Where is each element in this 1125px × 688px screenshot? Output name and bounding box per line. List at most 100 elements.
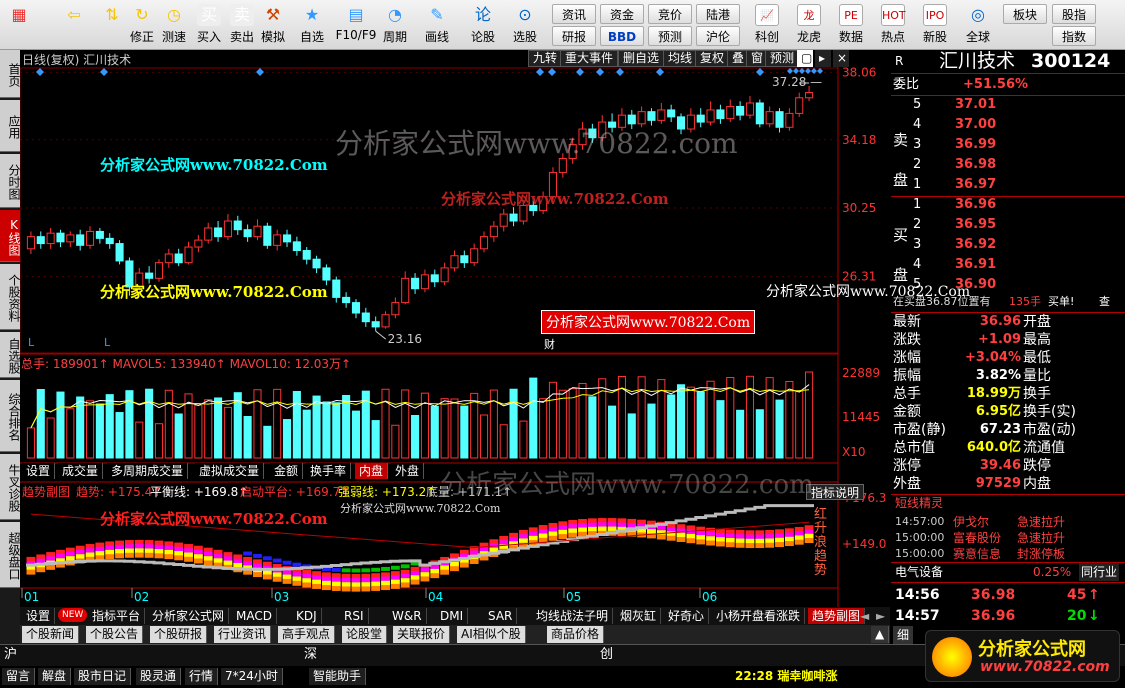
global-button[interactable]: ◎ 全球 [960,2,996,48]
toolbar-top-button-0[interactable]: 资讯 [552,4,596,24]
indicator-tab-7[interactable]: DMI [436,608,469,624]
status-item-6[interactable]: 智能助手 [309,668,367,685]
toolbar-cycle-button[interactable]: ◔ 周期 [378,2,412,48]
volume-tab-5[interactable]: 换手率 [306,463,352,479]
leftnav-item-6[interactable]: 综合排名 [0,380,21,452]
toolbar-clock-button[interactable]: ◷ 测速 [157,2,191,48]
indicator-tab-2[interactable]: 分析家公式网 [148,608,230,624]
status-item-5[interactable]: 7*24小时 [221,668,283,685]
info-tab-7[interactable]: AI相似个股 [457,626,526,643]
kline-tool-0[interactable]: 九转 [528,50,563,67]
close-icon[interactable]: × [833,50,849,67]
toolbar-bottom-button-5[interactable]: BBD [600,26,644,46]
toolbar-hammer-button[interactable]: ⚒ 模拟 [256,2,290,48]
info-tab-3[interactable]: 行业资讯 [214,626,272,643]
indicator-help-button[interactable]: 指标说明 [806,484,865,500]
sprite-stock-link[interactable]: 伊戈尔 [953,514,989,530]
sprite-stock-link[interactable]: 赛意信息 [953,546,1001,562]
indicator-tab-6[interactable]: W&R [388,608,427,624]
toolbar-up-down-button[interactable]: ⇅ [95,2,129,48]
status-item-0[interactable]: 留言 [2,668,36,685]
indicator-tab-0[interactable]: 设置 [22,608,56,624]
info-tab-6[interactable]: 关联报价 [393,626,451,643]
tab-detail[interactable]: 细 [893,626,914,644]
kline-tool-7[interactable]: 预测 [765,50,800,67]
collapse-up-icon[interactable]: ▲ [871,626,890,643]
market-1[interactable]: 深 [304,646,317,664]
order-notice-more-link[interactable]: 查 [1099,293,1110,311]
indicator-tab-11[interactable]: 好奇心 [664,608,710,624]
toolbar-bottom-button-6[interactable]: 预测 [648,26,692,46]
chart-area[interactable]: 38.06 34.18 30.25 26.31 37.28 — 23.16 L L 财 22889… [20,50,890,610]
indicator-tab-10[interactable]: 烟灰缸 [616,608,662,624]
toolbar-buy-button[interactable]: 买买入 [192,2,226,48]
volume-tab-6[interactable]: 内盘 [355,463,389,479]
toolbar-windows-logo-button[interactable]: ▦ [2,2,36,48]
indicator-tab-3[interactable]: MACD [232,608,277,624]
indicator-tab-1[interactable]: 指标平台 [88,608,146,624]
indicator-tab-9[interactable]: 均线战法子明 [532,608,614,624]
status-item-4[interactable]: 行情 [185,668,219,685]
ipo-button[interactable]: IPO 新股 [916,2,954,48]
sprite-stock-link[interactable]: 富春股份 [953,530,1001,546]
leftnav-item-5[interactable]: 自选股 [0,332,21,378]
scroll-right-icon[interactable]: ► [872,608,889,624]
volume-tab-0[interactable]: 设置 [22,463,56,479]
kline-tool-3[interactable]: 均线 [663,50,698,67]
toolbar-far-button-3[interactable]: 指数 [1052,26,1096,46]
volume-tab-3[interactable]: 虚拟成交量 [195,463,265,479]
toolbar-top-button-2[interactable]: 竞价 [648,4,692,24]
info-tab-5[interactable]: 论股堂 [342,626,388,643]
market-2[interactable]: 创 [600,646,613,664]
window-restore-icon[interactable]: ▢ [797,50,813,67]
info-tab-8[interactable]: 商品价格 [547,626,605,643]
volume-tab-7[interactable]: 外盘 [391,463,425,479]
toolbar-f10-button[interactable]: ▤ F10/F9 [335,2,377,48]
leftnav-item-4[interactable]: 个股资料 [0,264,21,330]
hot-button[interactable]: HOT 热点 [874,2,912,48]
indicator-tab-8[interactable]: SAR [484,608,518,624]
leftnav-item-1[interactable]: 应用 [0,100,21,152]
status-item-3[interactable]: 股灵通 [136,668,182,685]
market-0[interactable]: 沪 [4,646,17,664]
leftnav-item-7[interactable]: 牛叉诊股 [0,454,21,520]
chart-up-button[interactable]: 📈 科创 [748,2,786,48]
volume-tab-4[interactable]: 金额 [270,463,304,479]
toolbar-far-button-1[interactable]: 板块 [1003,4,1047,24]
toolbar-gauge-button[interactable]: ⊙ 选股 [508,2,542,48]
indicator-tab-12[interactable]: 小杨开盘看涨跌 [712,608,806,624]
toolbar-top-button-3[interactable]: 陆港 [696,4,740,24]
pe-button[interactable]: PE 数据 [832,2,870,48]
toolbar-back-arrow-button[interactable]: ⇦ [57,2,91,48]
toolbar-bottom-button-7[interactable]: 沪伦 [696,26,740,46]
kline-tool-1[interactable]: 重大事件 [560,50,619,67]
volume-tab-1[interactable]: 成交量 [58,463,104,479]
scroll-right-icon[interactable]: ▸ [815,50,831,67]
indicator-tab-4[interactable]: KDJ [292,608,322,624]
status-item-2[interactable]: 股市日记 [74,668,132,685]
toolbar-chat-button[interactable]: 论论股 [466,2,500,48]
toolbar-far-button-2[interactable]: 股指 [1052,4,1096,24]
kline-tool-2[interactable]: 删自选 [618,50,665,67]
toolbar-pencil-button[interactable]: ✎ 画线 [420,2,454,48]
toolbar-top-button-1[interactable]: 资金 [600,4,644,24]
chart-canvas[interactable]: 38.06 34.18 30.25 26.31 37.28 — 23.16 L L 财 22889… [20,50,890,610]
leftnav-item-3[interactable]: K线图 [0,210,21,262]
industry-tab[interactable]: 同行业 [1079,563,1120,581]
indicator-tab-5[interactable]: RSI [340,608,369,624]
leftnav-item-8[interactable]: 超级盘口 [0,522,21,588]
info-tab-1[interactable]: 个股公告 [86,626,144,643]
toolbar-sell-button[interactable]: 卖卖出 [225,2,259,48]
scroll-left-icon[interactable]: ◄ [856,608,873,624]
info-tab-2[interactable]: 个股研报 [150,626,208,643]
toolbar-star-button[interactable]: ★ 自选 [295,2,329,48]
info-tab-4[interactable]: 高手观点 [278,626,336,643]
dragon-button[interactable]: 龙龙虎 [790,2,828,48]
volume-tab-2[interactable]: 多周期成交量 [107,463,189,479]
toolbar-refresh-button[interactable]: ↻ 修正 [125,2,159,48]
leftnav-item-0[interactable]: 首页 [0,50,21,98]
leftnav-item-2[interactable]: 分时图 [0,154,21,208]
toolbar-bottom-button-4[interactable]: 研报 [552,26,596,46]
status-item-1[interactable]: 解盘 [38,668,72,685]
kline-tool-4[interactable]: 复权 [695,50,730,67]
